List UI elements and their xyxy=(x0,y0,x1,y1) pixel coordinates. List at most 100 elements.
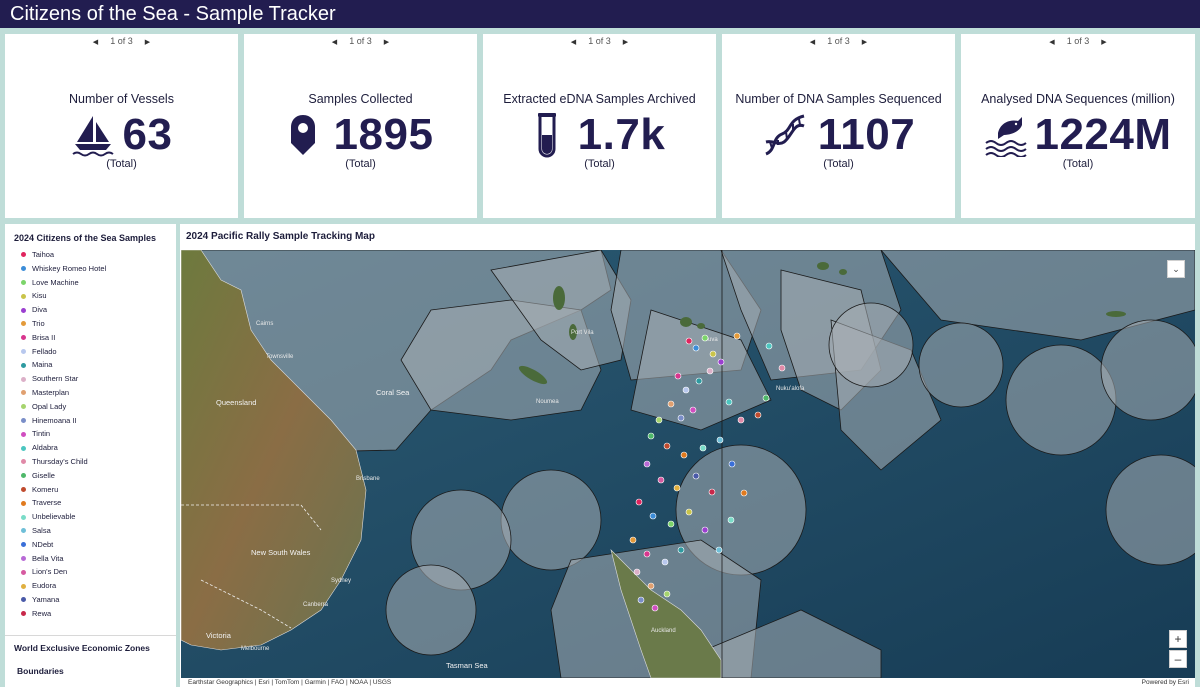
map-canvas[interactable]: Cairns Townsville Queensland Coral Sea P… xyxy=(181,250,1195,678)
sample-point[interactable] xyxy=(685,508,693,516)
legend-item: NDebt xyxy=(21,538,176,552)
sample-point[interactable] xyxy=(706,367,714,375)
sample-point[interactable] xyxy=(637,596,645,604)
place-label: Coral Sea xyxy=(376,388,410,397)
card-sub: (Total) xyxy=(106,158,137,170)
sample-point[interactable] xyxy=(663,590,671,598)
sample-point[interactable] xyxy=(716,436,724,444)
sample-point[interactable] xyxy=(733,332,741,340)
sample-point[interactable] xyxy=(715,546,723,554)
sample-point[interactable] xyxy=(695,377,703,385)
legend-item: Southern Star xyxy=(21,372,176,386)
sample-point[interactable] xyxy=(692,344,700,352)
pager-next-icon[interactable]: ▶ xyxy=(1097,38,1111,46)
sample-point[interactable] xyxy=(655,416,663,424)
legend-item: Traverse xyxy=(21,496,176,510)
map-title: 2024 Pacific Rally Sample Tracking Map xyxy=(186,231,375,242)
legend-item: Brisa II xyxy=(21,331,176,345)
sample-point[interactable] xyxy=(629,536,637,544)
place-label: Melbourne xyxy=(241,646,270,652)
sample-point[interactable] xyxy=(717,358,725,366)
sample-point[interactable] xyxy=(682,386,690,394)
place-label: Queensland xyxy=(216,398,256,407)
sample-point[interactable] xyxy=(680,451,688,459)
sample-point[interactable] xyxy=(633,568,641,576)
sample-point[interactable] xyxy=(778,364,786,372)
sample-point[interactable] xyxy=(677,546,685,554)
legend-swatch-icon xyxy=(21,473,26,479)
powered-by-link[interactable]: Powered by Esri xyxy=(1142,678,1189,687)
edna-card: ◀ 1 of 3 ▶ Extracted eDNA Samples Archived… xyxy=(483,34,716,218)
legend-swatch-icon xyxy=(21,348,26,354)
zoom-out-button[interactable]: – xyxy=(1169,650,1187,668)
legend-swatch-icon xyxy=(21,583,26,589)
sailboat-icon xyxy=(71,116,114,157)
sample-point[interactable] xyxy=(740,489,748,497)
card-title: Number of Vessels xyxy=(69,92,174,106)
sample-point[interactable] xyxy=(635,498,643,506)
pager-prev-icon[interactable]: ◀ xyxy=(806,38,820,46)
place-label: New South Wales xyxy=(251,548,311,557)
eez-subtitle: Boundaries xyxy=(17,666,64,676)
pager-next-icon[interactable]: ▶ xyxy=(380,38,394,46)
sample-point[interactable] xyxy=(643,460,651,468)
place-label: Cairns xyxy=(256,321,273,327)
zoom-in-button[interactable]: + xyxy=(1169,630,1187,648)
legend-divider xyxy=(5,635,176,636)
sample-point[interactable] xyxy=(657,476,665,484)
pager-next-icon[interactable]: ▶ xyxy=(141,38,155,46)
legend-item: Thursday's Child xyxy=(21,455,176,469)
sample-point[interactable] xyxy=(699,444,707,452)
sample-point[interactable] xyxy=(762,394,770,402)
legend-swatch-icon xyxy=(21,266,26,272)
sample-point[interactable] xyxy=(689,406,697,414)
legend-swatch-icon xyxy=(21,404,26,410)
sample-point[interactable] xyxy=(725,398,733,406)
legend-item-label: Yamana xyxy=(32,594,60,604)
sample-point[interactable] xyxy=(701,526,709,534)
sample-point[interactable] xyxy=(663,442,671,450)
sample-point[interactable] xyxy=(737,416,745,424)
dna-icon xyxy=(765,114,805,156)
legend-item-label: Diva xyxy=(32,305,48,315)
sample-point[interactable] xyxy=(661,558,669,566)
sample-point[interactable] xyxy=(667,400,675,408)
sample-point[interactable] xyxy=(673,484,681,492)
sample-point[interactable] xyxy=(728,460,736,468)
map-view[interactable]: Cairns Townsville Queensland Coral Sea P… xyxy=(181,250,1195,678)
legend-item: Trio xyxy=(21,317,176,331)
legend-swatch-icon xyxy=(21,279,26,285)
sample-point[interactable] xyxy=(765,342,773,350)
sample-point[interactable] xyxy=(701,334,709,342)
legend-swatch-icon xyxy=(21,293,26,299)
sample-point[interactable] xyxy=(667,520,675,528)
pager-prev-icon[interactable]: ◀ xyxy=(328,38,342,46)
sample-point[interactable] xyxy=(708,488,716,496)
sample-point[interactable] xyxy=(727,516,735,524)
pager-next-icon[interactable]: ▶ xyxy=(619,38,633,46)
legend-item: Kisu xyxy=(21,289,176,303)
pager-next-icon[interactable]: ▶ xyxy=(858,38,872,46)
sample-point[interactable] xyxy=(651,604,659,612)
card-sub: (Total) xyxy=(823,158,854,170)
sample-point[interactable] xyxy=(643,550,651,558)
sample-point[interactable] xyxy=(692,472,700,480)
sample-point[interactable] xyxy=(647,432,655,440)
sample-point[interactable] xyxy=(677,414,685,422)
legend-swatch-icon xyxy=(21,500,26,506)
legend-item: Tintin xyxy=(21,427,176,441)
sample-point[interactable] xyxy=(649,512,657,520)
legend-item: Hinemoana II xyxy=(21,414,176,428)
collapse-button[interactable]: ⌄ xyxy=(1167,260,1185,278)
sample-point[interactable] xyxy=(647,582,655,590)
sample-point[interactable] xyxy=(674,372,682,380)
sample-point[interactable] xyxy=(754,411,762,419)
legend-title: 2024 Citizens of the Sea Samples xyxy=(14,233,157,243)
card-value: 1895 xyxy=(333,110,434,159)
pager-prev-icon[interactable]: ◀ xyxy=(1045,38,1059,46)
pager-prev-icon[interactable]: ◀ xyxy=(567,38,581,46)
app-header: Citizens of the Sea - Sample Tracker xyxy=(0,0,1200,28)
sample-point[interactable] xyxy=(709,350,717,358)
sample-point[interactable] xyxy=(685,337,693,345)
pager-prev-icon[interactable]: ◀ xyxy=(89,38,103,46)
